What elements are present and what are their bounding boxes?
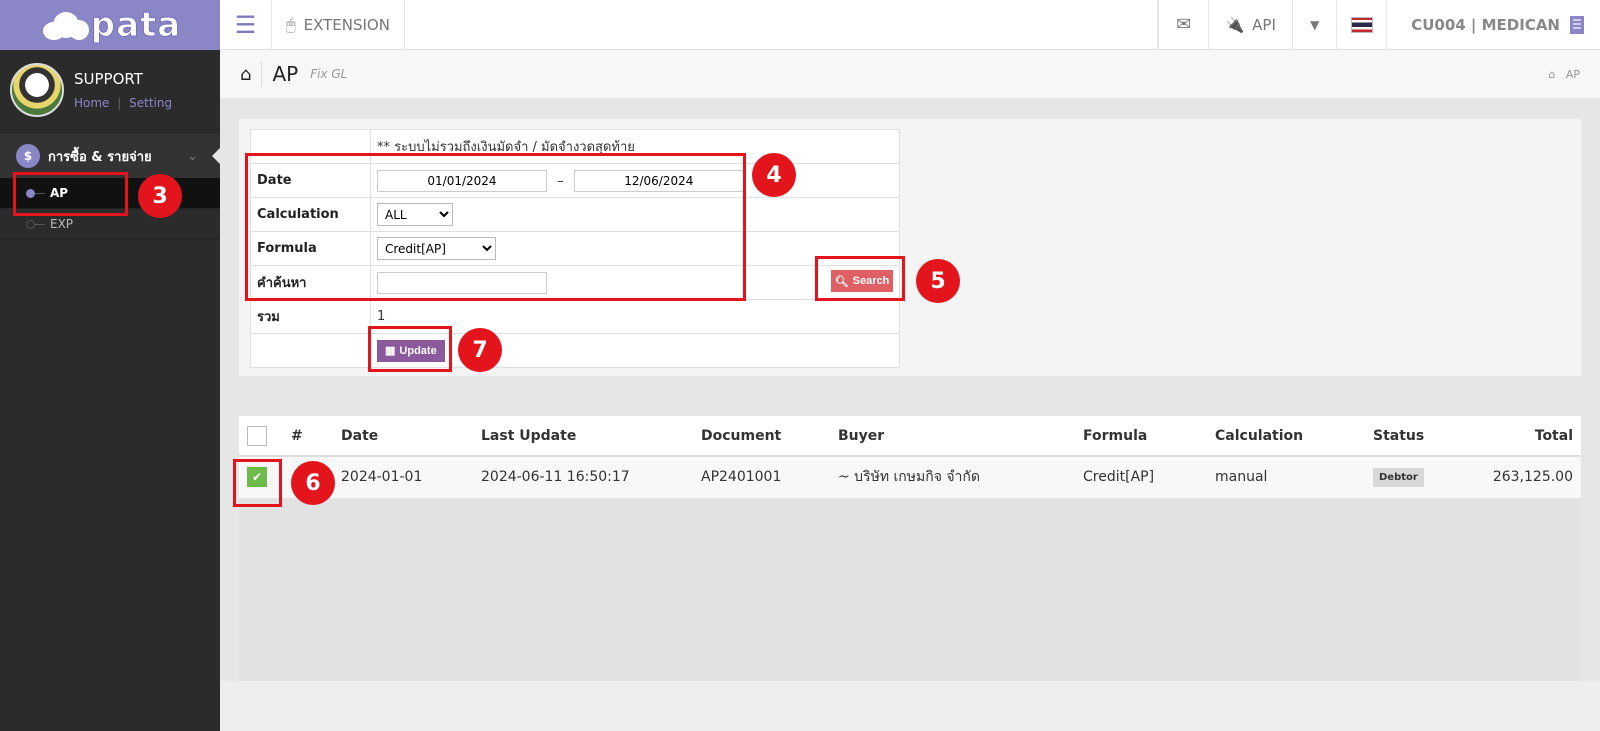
api-label: API bbox=[1252, 15, 1276, 34]
user-account-menu[interactable]: CU004 | MEDICAN bbox=[1386, 0, 1600, 49]
hamburger-menu-button[interactable]: ☰ bbox=[220, 0, 272, 49]
highlight-box-3 bbox=[13, 172, 128, 216]
bullet-icon bbox=[26, 219, 35, 229]
step-badge-7: 7 bbox=[458, 328, 502, 372]
page-header: ⌂ AP Fix GL ⌂ AP bbox=[220, 50, 1600, 98]
thai-flag-icon bbox=[1350, 16, 1373, 33]
hamburger-icon: ☰ bbox=[234, 10, 257, 39]
results-table: # Date Last Update Document Buyer Formul… bbox=[239, 416, 1581, 499]
mail-button[interactable]: ✉ bbox=[1158, 0, 1208, 49]
page-subtitle: Fix GL bbox=[310, 67, 348, 81]
row-buyer: ~ บริษัท เกษมกิจ จำกัด bbox=[834, 456, 1079, 499]
cloud-icon bbox=[39, 10, 89, 40]
highlight-box-6 bbox=[233, 459, 282, 507]
col-status: Status bbox=[1369, 416, 1459, 457]
highlight-box-7 bbox=[368, 326, 452, 372]
chevron-down-icon: ⌄ bbox=[187, 148, 198, 164]
home-icon[interactable]: ⌂ bbox=[240, 64, 251, 85]
col-total: Total bbox=[1459, 416, 1581, 457]
col-formula: Formula bbox=[1079, 416, 1211, 457]
sidebar-item-label: EXP bbox=[50, 217, 74, 231]
total-label: รวม bbox=[250, 299, 371, 334]
breadcrumb-current: AP bbox=[1565, 68, 1580, 81]
caret-down-icon: ▼ bbox=[1310, 17, 1320, 32]
dropdown-toggle[interactable]: ▼ bbox=[1292, 0, 1336, 49]
highlight-box-5 bbox=[815, 256, 905, 301]
user-profile: SUPPORT Home | Setting bbox=[0, 50, 220, 130]
row-last-update: 2024-06-11 16:50:17 bbox=[477, 456, 697, 499]
row-total: 263,125.00 bbox=[1459, 456, 1581, 499]
col-number: # bbox=[287, 416, 337, 457]
step-badge-3: 3 bbox=[138, 174, 182, 218]
footer-area bbox=[220, 681, 1600, 731]
top-bar: ☰ 🖱 EXTENSION ✉ 🔌 API ▼ CU004 | MEDICAN bbox=[220, 0, 1600, 50]
row-calculation: manual bbox=[1211, 456, 1369, 499]
col-buyer: Buyer bbox=[834, 416, 1079, 457]
step-badge-5: 5 bbox=[916, 259, 960, 303]
results-panel: # Date Last Update Document Buyer Formul… bbox=[239, 416, 1581, 681]
select-all-checkbox[interactable] bbox=[247, 425, 267, 446]
col-document: Document bbox=[697, 416, 834, 457]
highlight-box-4 bbox=[245, 153, 746, 301]
table-header-row: # Date Last Update Document Buyer Formul… bbox=[239, 416, 1581, 457]
status-badge: Debtor bbox=[1373, 467, 1424, 487]
step-badge-6: 6 bbox=[291, 461, 335, 505]
brand-logo[interactable]: pata bbox=[0, 0, 220, 50]
setting-link[interactable]: Setting bbox=[129, 96, 172, 110]
profile-name: SUPPORT bbox=[74, 69, 143, 88]
building-icon bbox=[1570, 15, 1584, 34]
monitor-icon: 🖱 bbox=[286, 14, 296, 34]
avatar[interactable] bbox=[10, 62, 64, 117]
sidebar-group-label: การซื้อ & รายจ่าย bbox=[48, 149, 152, 165]
plug-icon: 🔌 bbox=[1225, 15, 1245, 34]
dollar-icon: $ bbox=[16, 144, 40, 168]
row-date: 2024-01-01 bbox=[337, 456, 477, 499]
breadcrumb-home-icon[interactable]: ⌂ bbox=[1548, 68, 1555, 81]
envelope-icon: ✉ bbox=[1176, 14, 1192, 35]
extension-button[interactable]: 🖱 EXTENSION bbox=[272, 0, 405, 49]
col-calculation: Calculation bbox=[1211, 416, 1369, 457]
extension-label: EXTENSION bbox=[303, 15, 390, 34]
link-separator: | bbox=[117, 95, 122, 110]
api-button[interactable]: 🔌 API bbox=[1208, 0, 1292, 49]
home-link[interactable]: Home bbox=[74, 96, 109, 110]
sidebar: SUPPORT Home | Setting $ การซื้อ & รายจ่… bbox=[0, 50, 220, 731]
table-row[interactable]: ✔ 2024-01-01 2024-06-11 16:50:17 AP24010… bbox=[239, 456, 1581, 499]
page-title: AP bbox=[261, 62, 298, 86]
col-last-update: Last Update bbox=[477, 416, 697, 457]
col-date: Date bbox=[337, 416, 477, 457]
breadcrumb: ⌂ AP bbox=[1548, 68, 1580, 81]
user-label: CU004 | MEDICAN bbox=[1411, 15, 1560, 34]
step-badge-4: 4 bbox=[752, 153, 796, 197]
logo-text: pata bbox=[90, 5, 182, 46]
language-selector[interactable] bbox=[1336, 0, 1386, 49]
row-document[interactable]: AP2401001 bbox=[697, 456, 834, 499]
row-formula: Credit[AP] bbox=[1079, 456, 1211, 499]
